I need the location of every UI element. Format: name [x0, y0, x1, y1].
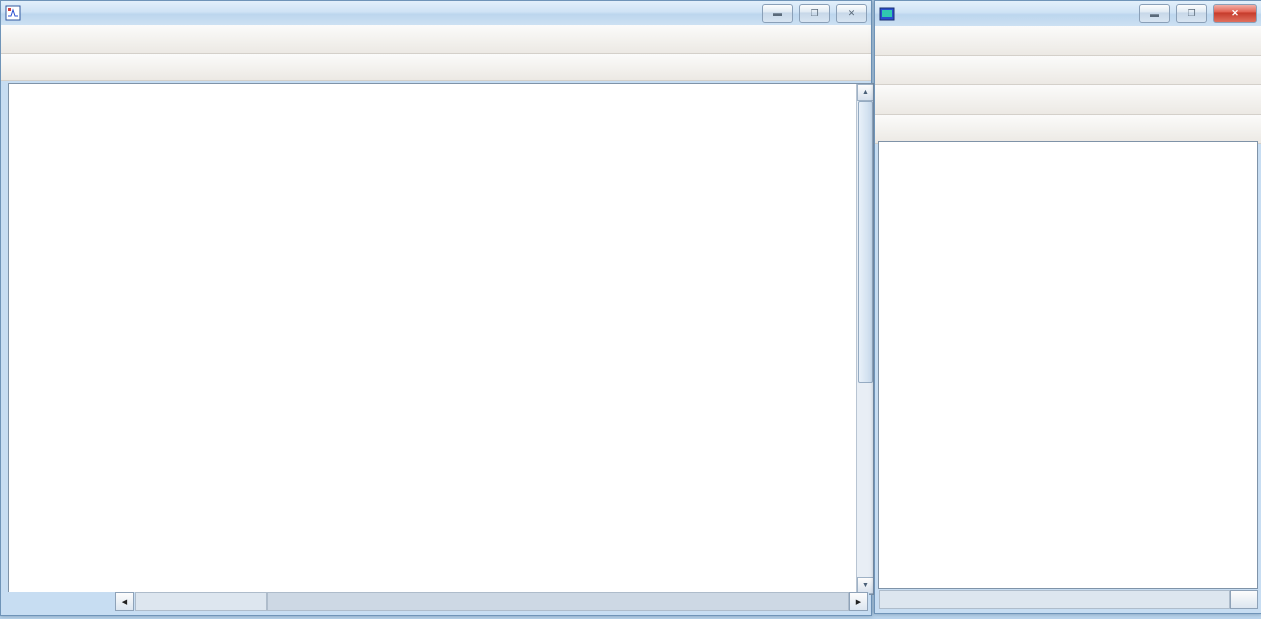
- desktop: ▬ ❐ ✕ ▲ ▼ ◀ ▶: [0, 0, 1261, 619]
- schematic-vscrollbar[interactable]: ▲ ▼: [856, 84, 873, 594]
- hscroll-track[interactable]: [879, 590, 1230, 609]
- restore-button[interactable]: ❐: [1176, 4, 1207, 23]
- main-toolbar: [1, 25, 871, 54]
- hscroll-thumb[interactable]: [1230, 590, 1258, 609]
- transient-tabbar: [877, 590, 1259, 611]
- minimize-button[interactable]: ▬: [762, 4, 793, 23]
- schematic-canvas-area: ▲ ▼: [8, 83, 874, 595]
- close-button[interactable]: ✕: [1213, 4, 1257, 23]
- schematic-canvas[interactable]: [9, 84, 855, 592]
- hscroll-left-button[interactable]: ◀: [115, 592, 134, 611]
- close-button[interactable]: ✕: [836, 4, 867, 23]
- analysis-toolbar: [875, 26, 1261, 56]
- scale-toolbar: [875, 115, 1261, 144]
- hscroll-rest[interactable]: [267, 592, 849, 611]
- minimize-button[interactable]: ▬: [1139, 4, 1170, 23]
- hscroll-track[interactable]: [135, 592, 267, 611]
- analysis-icon: [879, 6, 895, 22]
- edit-toolbar: [1, 54, 871, 81]
- scroll-up-button[interactable]: ▲: [857, 84, 874, 101]
- app-icon: [5, 5, 21, 21]
- cursor-toolbar: [875, 85, 1261, 115]
- restore-button[interactable]: ❐: [799, 4, 830, 23]
- transient-titlebar[interactable]: ▬ ❐ ✕: [875, 1, 1261, 26]
- schematic-window: ▬ ❐ ✕ ▲ ▼ ◀ ▶: [0, 0, 872, 616]
- plot-panel: [878, 141, 1258, 589]
- schematic-titlebar[interactable]: ▬ ❐ ✕: [1, 1, 871, 25]
- hscroll-right-button[interactable]: ▶: [849, 592, 868, 611]
- scroll-thumb[interactable]: [858, 101, 873, 383]
- plot-layout-toolbar: [875, 56, 1261, 85]
- transient-window: ▬ ❐ ✕: [874, 0, 1261, 614]
- analysis-plots[interactable]: [879, 142, 1255, 586]
- schematic-tabbar: ◀ ▶: [3, 592, 869, 613]
